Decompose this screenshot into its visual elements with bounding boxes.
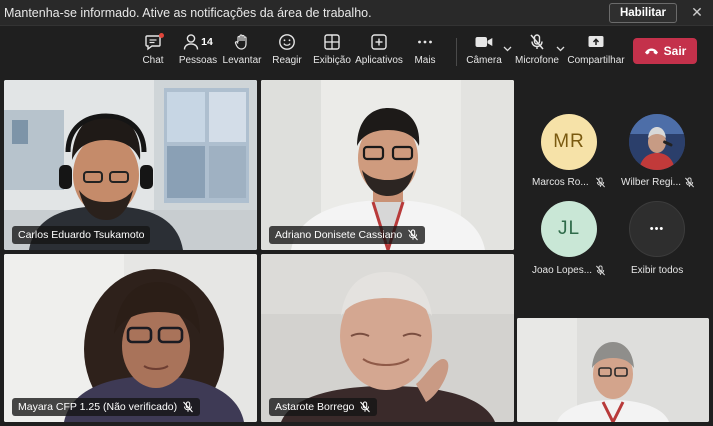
- smiley-icon: [278, 32, 296, 52]
- chat-button[interactable]: Chat: [139, 32, 167, 72]
- raise-hand-label: Levantar: [222, 55, 262, 66]
- camera-icon: [474, 32, 494, 52]
- meeting-toolbar: Chat 14 Pessoas Levantar Reagir Exibição…: [0, 26, 713, 74]
- video-tile-astarote[interactable]: Astarote Borrego: [261, 254, 514, 422]
- people-button[interactable]: 14 Pessoas: [178, 32, 218, 72]
- close-icon[interactable]: ✕: [689, 4, 705, 21]
- participant-name-marcos: Marcos Ro...: [532, 177, 589, 188]
- participant-name: Adriano Donisete Cassiano: [275, 229, 403, 241]
- participant-video-feed: [261, 80, 514, 250]
- notification-bar: Mantenha-se informado. Ative as notifica…: [0, 0, 713, 26]
- participant-video-feed: [261, 254, 514, 422]
- participant-video-feed: [4, 254, 257, 422]
- enable-notifications-button[interactable]: Habilitar: [608, 2, 677, 23]
- mic-off-icon: [360, 401, 371, 413]
- notification-text: Mantenha-se informado. Ative as notifica…: [4, 5, 372, 20]
- mic-options-chevron-icon[interactable]: [556, 44, 565, 54]
- avatar-joao[interactable]: JL: [541, 201, 597, 257]
- raise-hand-button[interactable]: Levantar: [222, 32, 262, 72]
- participant-name: Carlos Eduardo Tsukamoto: [18, 229, 145, 241]
- view-button[interactable]: Exibição: [313, 32, 351, 72]
- layout-grid-icon: [323, 32, 341, 52]
- mic-off-icon: [183, 401, 194, 413]
- toolbar-divider: [456, 38, 457, 66]
- more-dots-icon: [416, 32, 434, 52]
- participant-name-joao: Joao Lopes...: [532, 265, 593, 276]
- chat-label: Chat: [142, 55, 164, 66]
- hand-icon: [233, 32, 251, 52]
- participant-name: Astarote Borrego: [275, 401, 355, 413]
- chat-icon: [144, 32, 164, 52]
- more-label: Mais: [414, 55, 436, 66]
- microphone-label: Microfone: [515, 55, 559, 66]
- participant-name-tag: Carlos Eduardo Tsukamoto: [12, 226, 151, 244]
- avatar-wilber[interactable]: [629, 114, 685, 170]
- self-video-preview[interactable]: [517, 318, 709, 422]
- leave-label: Sair: [663, 44, 687, 58]
- hang-up-icon: [644, 48, 658, 54]
- teams-meeting-window: Mantenha-se informado. Ative as notifica…: [0, 0, 713, 426]
- add-app-icon: [370, 32, 388, 52]
- people-icon: 14: [183, 32, 213, 52]
- react-button[interactable]: Reagir: [272, 32, 302, 72]
- participant-name-tag: Mayara CFP 1.25 (Não verificado): [12, 398, 201, 416]
- mic-off-icon: [408, 229, 419, 241]
- video-tile-adriano[interactable]: Adriano Donisete Cassiano: [261, 80, 514, 250]
- profile-photo: [629, 114, 685, 170]
- participant-name-wilber: Wilber Regi...: [621, 177, 682, 188]
- mic-off-icon: [685, 177, 694, 188]
- show-all-label: Exibir todos: [631, 265, 684, 276]
- people-label: Pessoas: [178, 55, 218, 66]
- participant-name: Mayara CFP 1.25 (Não verificado): [18, 401, 178, 413]
- react-label: Reagir: [272, 55, 302, 66]
- share-screen-icon: [587, 32, 605, 52]
- share-button[interactable]: Compartilhar: [567, 32, 625, 72]
- show-all-participants-button[interactable]: •••: [629, 201, 685, 257]
- video-tile-mayara[interactable]: Mayara CFP 1.25 (Não verificado): [4, 254, 257, 422]
- participant-video-feed: [4, 80, 257, 250]
- avatar-marcos[interactable]: MR: [541, 114, 597, 170]
- unread-dot: [159, 33, 164, 38]
- more-button[interactable]: Mais: [414, 32, 436, 72]
- participant-name-tag: Adriano Donisete Cassiano: [269, 226, 426, 244]
- mic-off-icon: [596, 265, 605, 276]
- camera-button[interactable]: Câmera: [466, 32, 502, 72]
- camera-label: Câmera: [466, 55, 502, 66]
- microphone-button[interactable]: Microfone: [515, 32, 559, 72]
- share-label: Compartilhar: [567, 55, 625, 66]
- mic-off-icon: [596, 177, 605, 188]
- view-label: Exibição: [313, 55, 351, 66]
- self-video-feed: [517, 318, 709, 422]
- camera-options-chevron-icon[interactable]: [503, 44, 512, 54]
- apps-button[interactable]: Aplicativos: [355, 32, 403, 72]
- participant-name-tag: Astarote Borrego: [269, 398, 378, 416]
- apps-label: Aplicativos: [355, 55, 403, 66]
- people-count: 14: [201, 36, 213, 48]
- leave-button[interactable]: Sair: [633, 38, 697, 64]
- mic-off-icon: [528, 32, 546, 52]
- video-tile-carlos[interactable]: Carlos Eduardo Tsukamoto: [4, 80, 257, 250]
